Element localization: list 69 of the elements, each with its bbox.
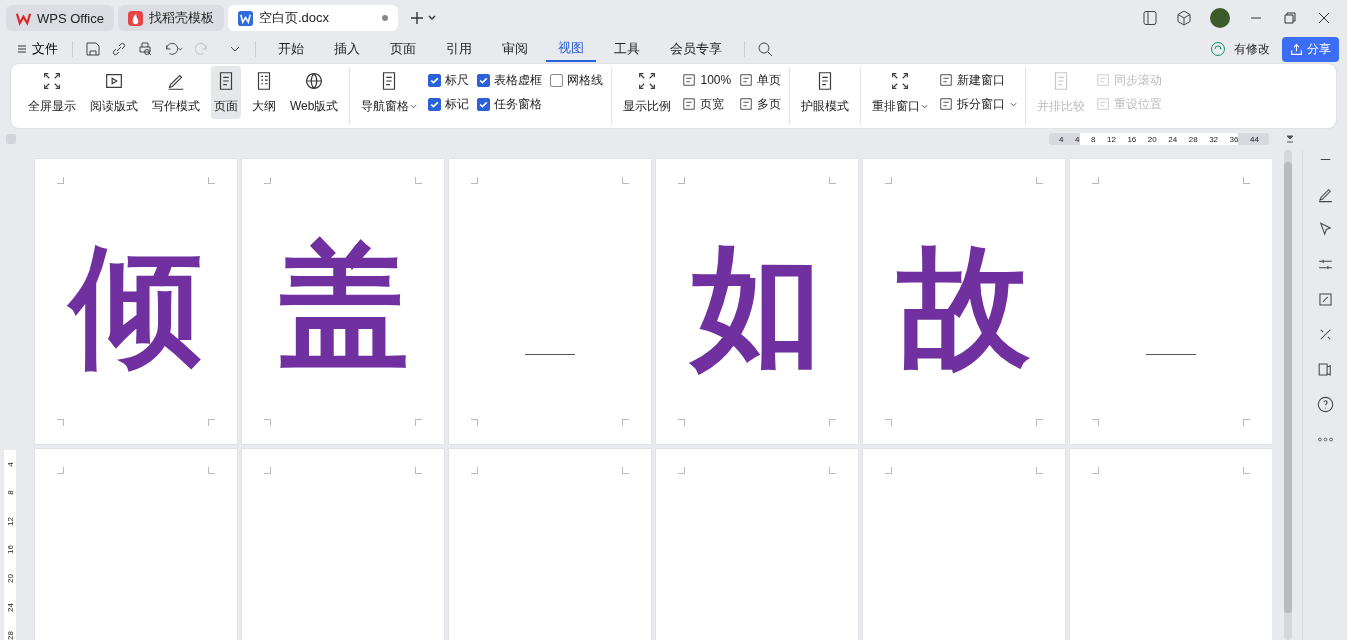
ribbon-icon — [739, 73, 754, 87]
ribbon-icon — [739, 97, 754, 111]
print-preview-icon[interactable] — [137, 41, 153, 57]
ribbon-button[interactable]: 导航窗格 — [358, 65, 421, 119]
ribbon-icon — [682, 73, 697, 87]
ribbon-icon — [1096, 73, 1111, 87]
file-menu-button[interactable]: 文件 — [12, 40, 62, 58]
ribbon-tab[interactable]: 引用 — [434, 37, 484, 61]
ribbon-tab[interactable]: 工具 — [602, 37, 652, 61]
share-icon — [1290, 42, 1303, 56]
w-document-icon — [237, 10, 253, 26]
restore-icon[interactable] — [1282, 10, 1298, 26]
undo-icon[interactable] — [163, 41, 185, 57]
save-icon[interactable] — [85, 41, 101, 57]
checkbox[interactable]: 网格线 — [550, 71, 604, 89]
checkbox[interactable]: 标记 — [428, 95, 470, 113]
ribbon-tab[interactable]: 会员专享 — [658, 37, 734, 61]
ribbon-tab[interactable]: 开始 — [266, 37, 316, 61]
separator-line — [525, 354, 575, 355]
new-tab-icon[interactable] — [409, 10, 438, 26]
cube-icon[interactable] — [1176, 10, 1192, 26]
ribbon-button[interactable]: 新建窗口 — [939, 71, 1018, 89]
menu-icon — [16, 43, 28, 55]
ribbon-button[interactable]: 100% — [682, 73, 732, 87]
save-status-text: 有修改 — [1234, 40, 1270, 58]
share-button[interactable]: 分享 — [1282, 36, 1339, 62]
checkbox[interactable]: 标尺 — [428, 71, 470, 89]
ribbon-button[interactable]: 护眼模式 — [798, 65, 853, 119]
ribbon-button[interactable]: 页面 — [211, 65, 241, 119]
sidebar-tool-icon[interactable] — [1315, 395, 1335, 414]
ribbon-icon — [939, 97, 954, 111]
ribbon-icon — [1096, 97, 1111, 111]
horizontal-ruler[interactable]: 4 4 8 12 16 20 24 28 32 36 44 — [1049, 133, 1269, 145]
link-icon[interactable] — [111, 41, 127, 57]
document-tab[interactable]: 空白页.docx — [227, 5, 398, 31]
scrollbar-thumb[interactable] — [1284, 162, 1292, 613]
ribbon-button[interactable]: 大纲 — [249, 65, 279, 119]
ribbon-button[interactable]: 拆分窗口 — [939, 95, 1018, 113]
ribbon-tab[interactable]: 插入 — [322, 37, 372, 61]
ribbon-button[interactable]: 多页 — [739, 95, 782, 113]
flame-logo-icon — [127, 10, 143, 26]
ribbon-tab[interactable]: 视图 — [546, 36, 596, 62]
ribbon-button[interactable]: 重排窗口 — [869, 65, 932, 119]
ribbon-icon — [939, 73, 954, 87]
ribbon-tab[interactable]: 审阅 — [490, 37, 540, 61]
user-avatar[interactable] — [1210, 8, 1230, 28]
ribbon-button[interactable]: 页宽 — [682, 95, 732, 113]
checkbox[interactable]: 任务窗格 — [477, 95, 543, 113]
ribbon-button[interactable]: 全屏显示 — [25, 65, 79, 119]
cloud-sync-icon[interactable] — [1210, 41, 1226, 57]
unsaved-dot-icon — [381, 15, 388, 21]
ribbon-button[interactable]: 写作模式 — [149, 65, 203, 119]
search-icon[interactable] — [757, 41, 773, 57]
tablet-icon[interactable] — [1142, 10, 1158, 26]
separator-line — [1146, 354, 1196, 355]
ribbon-button[interactable]: 显示比例 — [620, 65, 675, 119]
large-character: 如 — [691, 240, 823, 373]
ruler-toggle-icon[interactable] — [1285, 134, 1295, 144]
vertical-ruler[interactable]: 4 8 12 16 20 24 28 — [4, 450, 16, 640]
document-tab[interactable]: 找稻壳模板 — [117, 5, 224, 31]
checkbox[interactable]: 表格虚框 — [477, 71, 543, 89]
ribbon-button[interactable]: 阅读版式 — [87, 65, 141, 119]
close-icon[interactable] — [1316, 10, 1332, 26]
document-tab[interactable]: WPS Office — [6, 5, 114, 31]
large-character: 故 — [898, 240, 1030, 373]
ribbon-tab[interactable]: 页面 — [378, 37, 428, 61]
ribbon-button[interactable]: 单页 — [739, 71, 782, 89]
ribbon-button[interactable]: Web版式 — [287, 65, 342, 119]
ribbon-icon — [682, 97, 697, 111]
